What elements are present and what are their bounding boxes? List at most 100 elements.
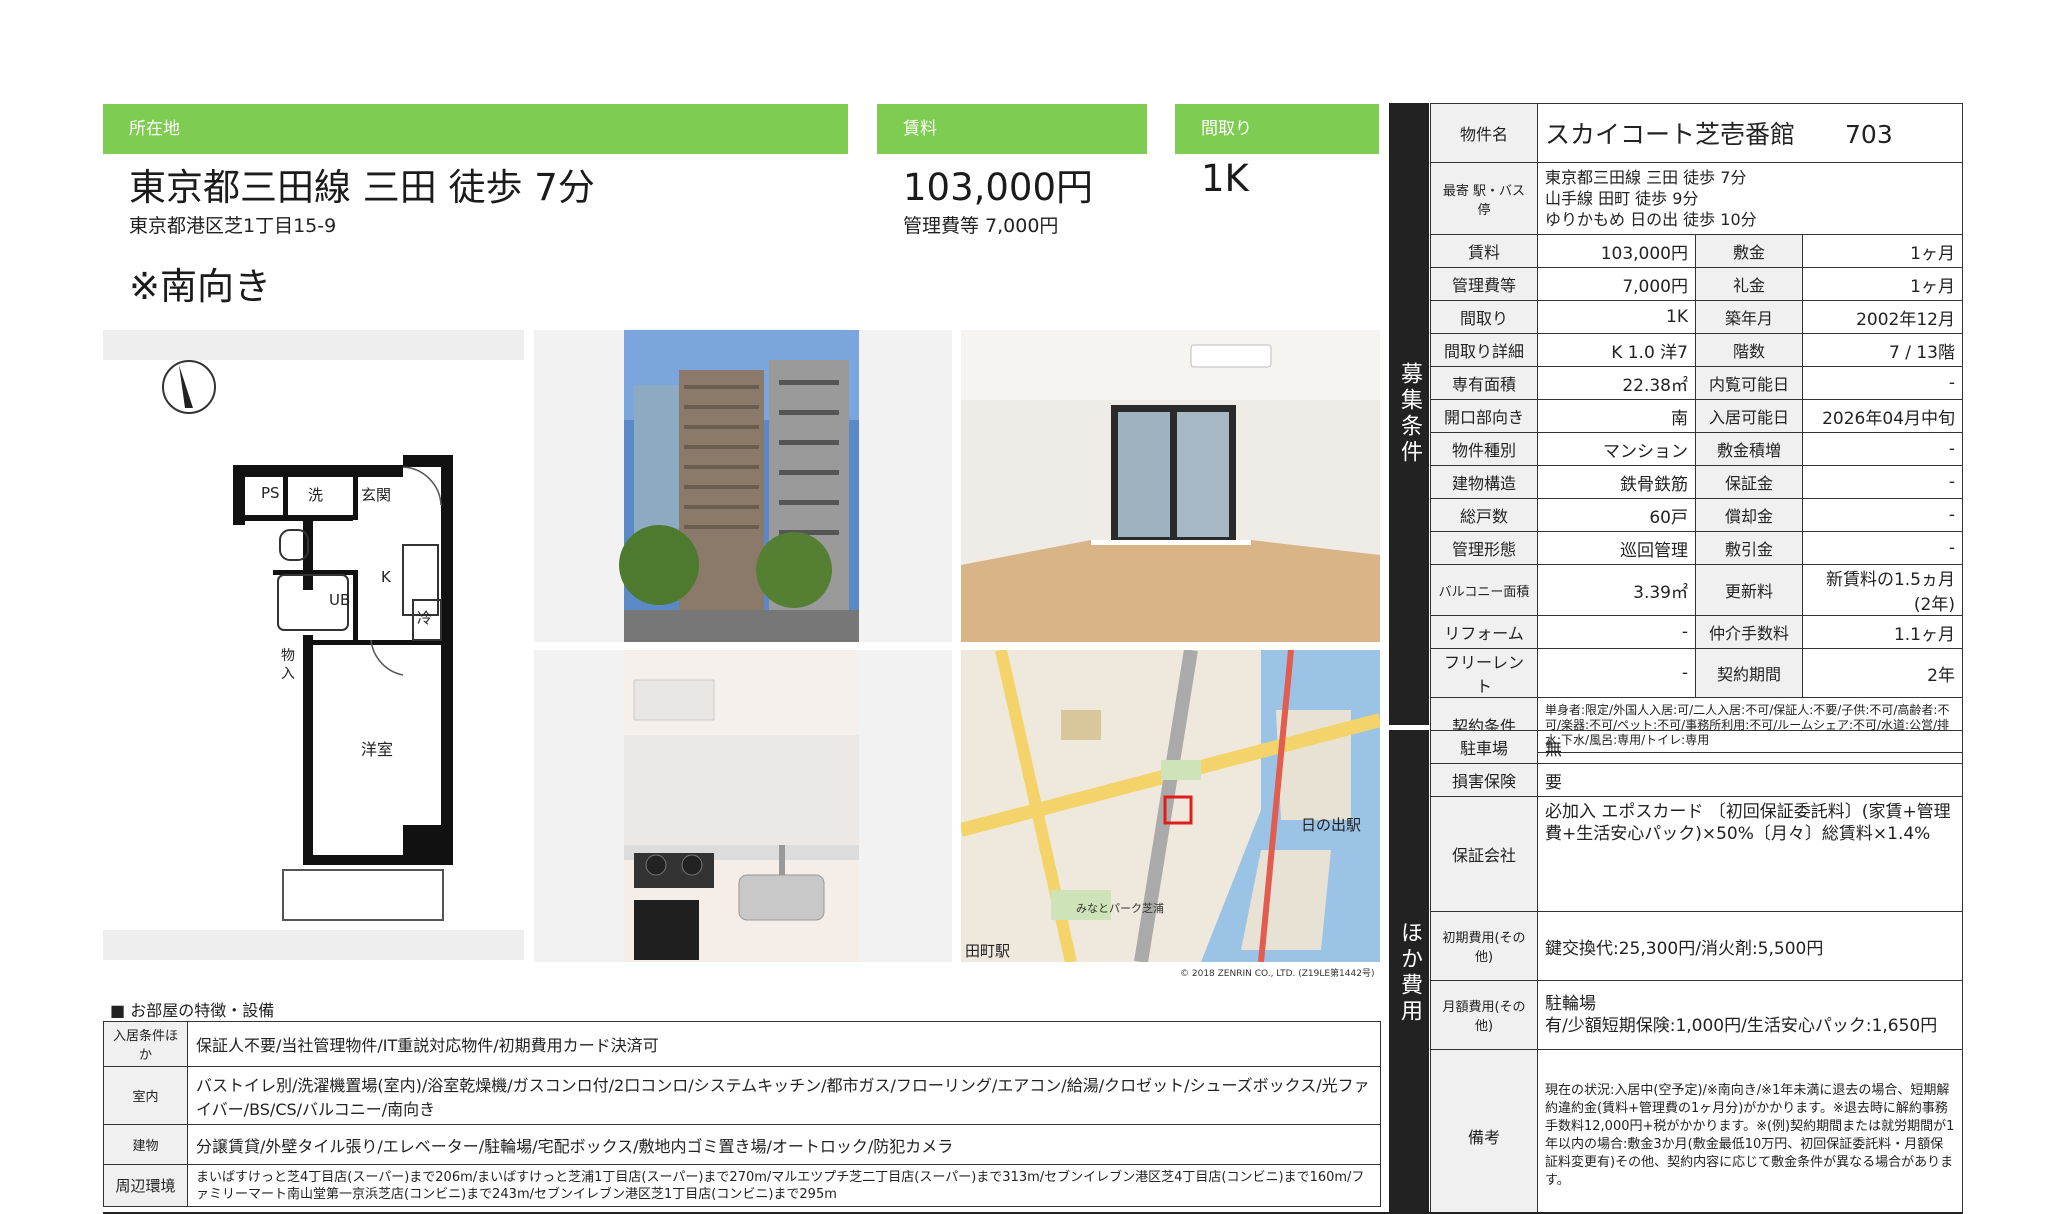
- spec-label: リフォーム: [1430, 615, 1538, 649]
- station-1: 東京都三田線 三田 徒歩 7分: [1545, 168, 1747, 187]
- spec-value: 南: [1537, 399, 1696, 433]
- map-station1: 日の出駅: [1301, 816, 1361, 834]
- side-recruit: 募集条件: [1389, 103, 1429, 725]
- location-label: 所在地: [129, 119, 180, 139]
- monthly-line-1: 駐輪場: [1545, 994, 1596, 1014]
- feature-row: 室内 バストイレ別/洗濯機置場(室内)/浴室乾燥機/ガスコンロ付/2口コンロ/シス…: [103, 1066, 1381, 1125]
- spec-value: 3.39㎡: [1537, 564, 1696, 616]
- address: 東京都港区芝1丁目15-9: [129, 215, 337, 237]
- spec-row: 間取り 1K 築年月 2002年12月: [1430, 300, 1963, 334]
- spec-value: 1ヶ月: [1802, 234, 1963, 268]
- features-table: 入居条件ほか 保証人不要/当社管理物件/IT重説対応物件/初期費用カード決済可 室内…: [103, 1021, 1381, 1207]
- guarantor-value: 必加入 エポスカード 〔初回保証委託料〕(家賃+管理費+生活安心パック)×50%…: [1537, 796, 1963, 912]
- spec-value: 7 / 13階: [1802, 333, 1963, 367]
- station-3: ゆりかもめ 日の出 徒歩 10分: [1545, 210, 1757, 229]
- initial-value: 鍵交換代:25,300円/消火剤:5,500円: [1537, 911, 1963, 981]
- spec-value: 1K: [1537, 300, 1696, 334]
- spec-label: 保証金: [1695, 465, 1803, 499]
- spec-value: 鉄骨鉄筋: [1537, 465, 1696, 499]
- spec-row: フリーレント - 契約期間 2年: [1430, 648, 1963, 698]
- feature-label: 建物: [103, 1124, 188, 1165]
- spec-row: 専有面積 22.38㎡ 内覧可能日 -: [1430, 366, 1963, 400]
- spec-value: 103,000円: [1537, 234, 1696, 268]
- spec-value: 2年: [1802, 648, 1963, 698]
- map-copyright: © 2018 ZENRIN CO., LTD. (Z19LE第1442号): [1180, 969, 1375, 979]
- layout-label: 間取り: [1201, 119, 1252, 139]
- spec-value: 2026年04月中旬: [1802, 399, 1963, 433]
- spec-label: 仲介手数料: [1695, 615, 1803, 649]
- insurance-value: 要: [1537, 763, 1963, 797]
- layout-header: 間取り: [1175, 104, 1379, 154]
- spec-value: K 1.0 洋7: [1537, 333, 1696, 367]
- feature-value: バストイレ別/洗濯機置場(室内)/浴室乾燥機/ガスコンロ付/2口コンロ/システム…: [187, 1066, 1381, 1125]
- initial-label: 初期費用(その他): [1430, 911, 1538, 981]
- feature-row: 建物 分譲賃貸/外壁タイル張り/エレベーター/駐輪場/宅配ボックス/敷地内ゴミ置き…: [103, 1124, 1381, 1165]
- spec-label: 償却金: [1695, 498, 1803, 532]
- spec-label: フリーレント: [1430, 648, 1538, 698]
- spec-label: 間取り: [1430, 300, 1538, 334]
- spec-row: 建物構造 鉄骨鉄筋 保証金 -: [1430, 465, 1963, 499]
- rent-header: 賃料: [877, 104, 1147, 154]
- feature-value: 保証人不要/当社管理物件/IT重説対応物件/初期費用カード決済可: [187, 1021, 1381, 1067]
- spec-label: 賃料: [1430, 234, 1538, 268]
- feature-row: 周辺環境 まいばすけっと芝4丁目店(スーパー)まで206m/まいばすけっと芝浦1丁…: [103, 1164, 1381, 1207]
- fp-western: 洋室: [361, 740, 393, 759]
- mgmt-fee: 管理費等 7,000円: [903, 215, 1059, 237]
- spec-value: -: [1802, 498, 1963, 532]
- map-image: 日の出駅 田町駅 みなとパーク芝浦: [961, 650, 1380, 962]
- feature-label: 入居条件ほか: [103, 1021, 188, 1067]
- fp-ps: PS: [261, 484, 280, 502]
- interior-photo: [961, 330, 1380, 642]
- spec-label: 礼金: [1695, 267, 1803, 301]
- spec-label: 入居可能日: [1695, 399, 1803, 433]
- location-header: 所在地: [103, 104, 848, 154]
- spec-value: -: [1802, 531, 1963, 565]
- spec-label: 契約期間: [1695, 648, 1803, 698]
- insurance-label: 損害保険: [1430, 763, 1538, 797]
- spec-label: 建物構造: [1430, 465, 1538, 499]
- remarks-label: 備考: [1430, 1049, 1538, 1214]
- feature-value: まいばすけっと芝4丁目店(スーパー)まで206m/まいばすけっと芝浦1丁目店(ス…: [187, 1164, 1381, 1207]
- spec-value: -: [1537, 648, 1696, 698]
- spec-label: 間取り詳細: [1430, 333, 1538, 367]
- kitchen-photo: [534, 650, 952, 962]
- spec-label: 更新料: [1695, 564, 1803, 616]
- fp-fridge: 冷: [417, 609, 432, 627]
- spec-label: バルコニー面積: [1430, 564, 1538, 616]
- station-label: 最寄 駅・バス停: [1430, 162, 1538, 235]
- rent-label: 賃料: [903, 119, 937, 139]
- monthly-value: 駐輪場 有/少額短期保険:1,000円/生活安心パック:1,650円: [1537, 980, 1963, 1050]
- spec-row: 物件種別 マンション 敷金積増 -: [1430, 432, 1963, 466]
- spec-label: 管理費等: [1430, 267, 1538, 301]
- fp-k: K: [381, 568, 392, 586]
- spec-label: 開口部向き: [1430, 399, 1538, 433]
- spec-label: 内覧可能日: [1695, 366, 1803, 400]
- fp-ub: UB: [329, 591, 350, 609]
- spec-label: 管理形態: [1430, 531, 1538, 565]
- spec-value: -: [1802, 366, 1963, 400]
- station-list: 東京都三田線 三田 徒歩 7分 山手線 田町 徒歩 9分 ゆりかもめ 日の出 徒…: [1537, 162, 1963, 235]
- location-main: 東京都三田線 三田 徒歩 7分: [129, 166, 595, 209]
- fp-wash: 洗: [308, 486, 323, 504]
- spec-row: 開口部向き南入居可能日 2026年04月中旬: [1430, 399, 1963, 433]
- spec-row: 総戸数 60戸 償却金 -: [1430, 498, 1963, 532]
- property-name: スカイコート芝壱番館 703: [1537, 103, 1963, 163]
- monthly-line-2: 有/少額短期保険:1,000円/生活安心パック:1,650円: [1545, 1016, 1938, 1036]
- spec-value: 60戸: [1537, 498, 1696, 532]
- spec-value: -: [1802, 465, 1963, 499]
- spec-row: 管理費等 7,000円 礼金 1ヶ月: [1430, 267, 1963, 301]
- spec-value: 22.38㎡: [1537, 366, 1696, 400]
- floorplan-image: PS 洗 玄関 K UB 冷 物 入 洋室: [103, 330, 524, 960]
- spec-value: -: [1537, 615, 1696, 649]
- spec-value: 新賃料の1.5ヵ月(2年): [1802, 564, 1963, 616]
- spec-value: -: [1802, 432, 1963, 466]
- spec-value: 1.1ヶ月: [1802, 615, 1963, 649]
- spec-label: 物件種別: [1430, 432, 1538, 466]
- feature-label: 室内: [103, 1066, 188, 1125]
- guarantor-label: 保証会社: [1430, 796, 1538, 912]
- feature-row: 入居条件ほか 保証人不要/当社管理物件/IT重説対応物件/初期費用カード決済可: [103, 1021, 1381, 1067]
- rent-value: 103,000円: [903, 166, 1094, 209]
- spec-value: マンション: [1537, 432, 1696, 466]
- name-label: 物件名: [1430, 103, 1538, 163]
- monthly-label: 月額費用(その他): [1430, 980, 1538, 1050]
